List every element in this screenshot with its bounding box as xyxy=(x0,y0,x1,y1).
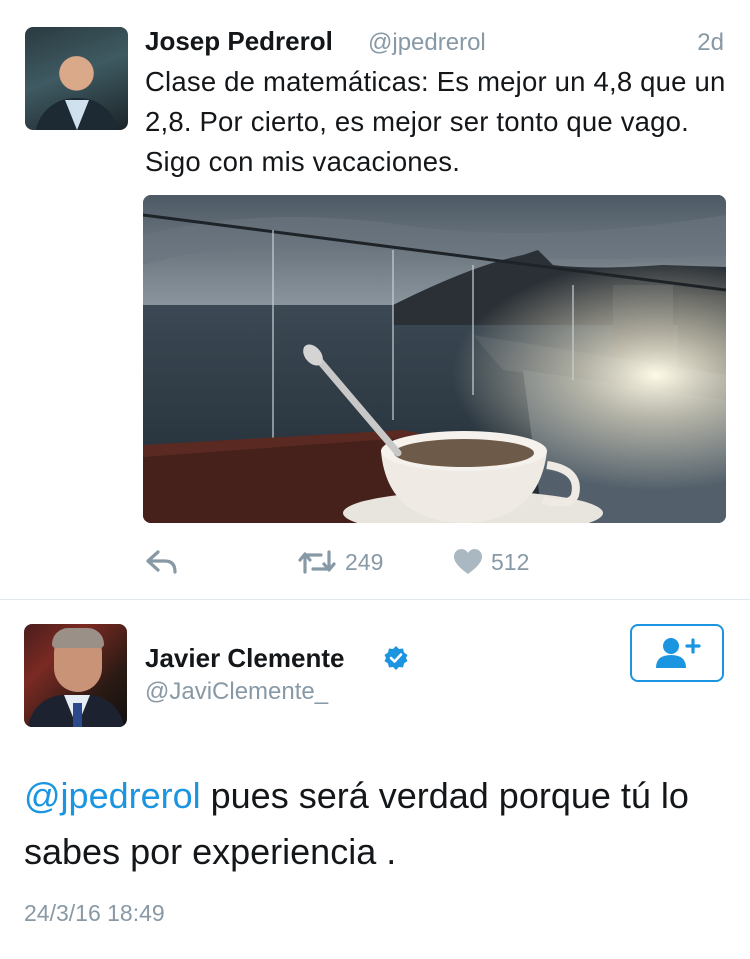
reply-text: @jpedrerol pues será verdad porque tú lo… xyxy=(24,768,724,880)
like-button[interactable]: 512 xyxy=(453,548,529,576)
retweet-icon xyxy=(298,550,336,574)
author-name[interactable]: Javier Clemente xyxy=(145,643,344,674)
tweet-original[interactable]: Josep Pedrerol @jpedrerol 2d Clase de ma… xyxy=(0,0,750,599)
tweet-reply-detail[interactable]: Javier Clemente @JaviClemente_ @jpedrero… xyxy=(0,600,750,959)
retweet-count: 249 xyxy=(345,548,384,575)
retweet-button[interactable]: 249 xyxy=(297,548,383,576)
author-handle[interactable]: @jpedrerol xyxy=(368,29,486,57)
avatar-hair xyxy=(52,628,104,648)
follow-button[interactable] xyxy=(630,624,724,682)
tweet-photo[interactable] xyxy=(143,195,726,523)
reply-button[interactable] xyxy=(145,548,179,576)
tweet-actions: 249 512 xyxy=(0,540,750,584)
author-handle[interactable]: @JaviClemente_ xyxy=(145,678,328,706)
avatar-tie xyxy=(73,703,82,727)
reply-icon xyxy=(146,550,177,574)
avatar-javier-clemente[interactable] xyxy=(24,624,127,727)
like-count: 512 xyxy=(491,548,530,575)
tweet-text: Clase de matemáticas: Es mejor un 4,8 qu… xyxy=(145,66,726,177)
photo-rio-coffee-scene xyxy=(143,195,726,523)
tweet-timestamp[interactable]: 2d xyxy=(697,29,724,57)
verified-badge-icon xyxy=(384,646,408,670)
mention-link[interactable]: @jpedrerol xyxy=(24,775,201,816)
avatar-josep-pedrerol[interactable] xyxy=(25,27,128,130)
heart-icon xyxy=(454,549,482,574)
tweet-date: 24/3/16 18:49 xyxy=(24,900,165,926)
add-user-icon xyxy=(656,638,701,668)
author-name[interactable]: Josep Pedrerol xyxy=(145,26,333,57)
